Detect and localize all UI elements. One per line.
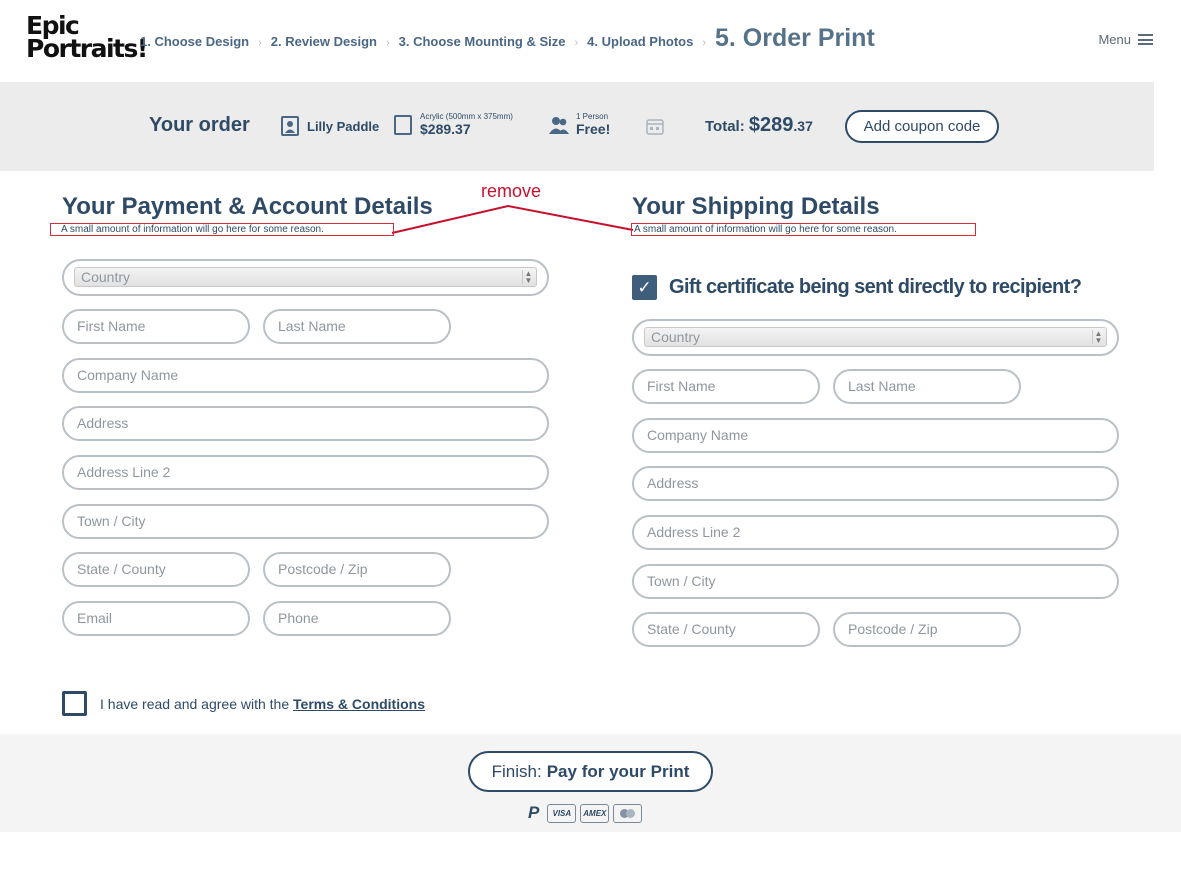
logo[interactable]: Epic Portraits!: [26, 13, 148, 63]
payment-title: Your Payment & Account Details: [62, 193, 433, 220]
order-person-name: Lilly Paddle: [307, 118, 380, 134]
select-arrows-icon: ▲ ▼: [1092, 330, 1104, 345]
shipping-address-field[interactable]: Address: [632, 466, 1119, 501]
shipping-address2-field[interactable]: Address Line 2: [632, 515, 1119, 550]
terms-checkbox[interactable]: [62, 691, 87, 716]
payment-state-field[interactable]: State / County: [62, 552, 250, 587]
payment-phone-field[interactable]: Phone: [263, 601, 451, 636]
shipping-country-select[interactable]: Country ▲ ▼: [632, 319, 1119, 356]
payment-email-field[interactable]: Email: [62, 601, 250, 636]
order-person-item: Lilly Paddle: [281, 116, 379, 136]
shipping-country-value: Country: [651, 329, 701, 345]
shipping-state-field[interactable]: State / County: [632, 612, 820, 647]
order-product-desc: Acrylic (500mm x 375mm): [420, 112, 513, 121]
terms-text: I have read and agree with the: [100, 695, 290, 712]
gift-certificate-checkbox-row[interactable]: ✓ Gift certificate being sent directly t…: [632, 275, 1082, 300]
gift-certificate-label: Gift certificate being sent directly to …: [669, 276, 1082, 298]
calendar-icon: [646, 119, 664, 135]
finish-pay-button[interactable]: Finish: Pay for your Print: [468, 751, 713, 792]
payment-town-field[interactable]: Town / City: [62, 504, 549, 539]
payment-address-field[interactable]: Address: [62, 406, 549, 441]
order-product-price: $289.37: [420, 121, 471, 137]
shipping-town-field[interactable]: Town / City: [632, 564, 1119, 599]
total-cents: .37: [793, 118, 813, 134]
order-total: Total: $289.37: [705, 114, 813, 137]
payment-methods: P VISA AMEX: [528, 803, 646, 823]
order-extra-item: [646, 118, 664, 135]
checkbox-checked-icon[interactable]: ✓: [632, 275, 657, 300]
remove-annotation: remove: [481, 181, 542, 201]
finish-prefix: Finish:: [491, 761, 542, 781]
chevron-right-icon: ›: [385, 37, 390, 49]
terms-link[interactable]: Terms & Conditions: [293, 696, 425, 712]
step-order-print: 5. Order Print: [715, 24, 875, 52]
footer: Finish: Pay for your Print P VISA AMEX: [0, 734, 1181, 832]
logo-line-2: Portraits!: [26, 34, 148, 63]
amex-icon: AMEX: [580, 803, 610, 823]
add-coupon-button[interactable]: Add coupon code: [845, 110, 999, 143]
order-title: Your order: [149, 114, 250, 136]
frame-icon: [394, 114, 412, 135]
chevron-right-icon: ›: [258, 37, 262, 49]
order-summary-bar: Your order Lilly Paddle Acrylic (500mm x…: [0, 82, 1154, 171]
shipping-first-name-field[interactable]: First Name: [632, 369, 820, 404]
hamburger-icon: [1138, 34, 1153, 45]
order-people-item: 1 Person Free!: [548, 112, 610, 137]
mastercard-icon: [613, 803, 643, 823]
payment-company-field[interactable]: Company Name: [62, 358, 549, 393]
shipping-company-field[interactable]: Company Name: [632, 418, 1119, 453]
payment-last-name-field[interactable]: Last Name: [263, 309, 451, 344]
chevron-right-icon: ›: [702, 37, 706, 49]
order-product-item: Acrylic (500mm x 375mm) $289.37: [394, 112, 513, 137]
payment-note: A small amount of information will go he…: [50, 223, 394, 236]
menu-label: Menu: [1098, 32, 1131, 47]
order-people-price: Free!: [576, 121, 611, 137]
payment-country-select[interactable]: Country ▲ ▼: [62, 259, 549, 296]
shipping-title: Your Shipping Details: [632, 193, 880, 220]
portrait-icon: [281, 116, 299, 136]
checkout-steps: 1. Choose Design › 2. Review Design › 3.…: [140, 24, 875, 53]
visa-icon: VISA: [547, 803, 577, 823]
finish-main-label: Pay for your Print: [546, 761, 690, 781]
shipping-postcode-field[interactable]: Postcode / Zip: [833, 612, 1021, 647]
terms-checkbox-row[interactable]: I have read and agree with the Terms & C…: [62, 691, 425, 716]
step-upload-photos[interactable]: 4. Upload Photos: [587, 34, 693, 49]
total-label: Total:: [705, 118, 745, 135]
step-choose-design[interactable]: 1. Choose Design: [140, 34, 249, 49]
select-arrows-icon: ▲ ▼: [522, 270, 534, 285]
step-review-design[interactable]: 2. Review Design: [271, 34, 377, 49]
order-people-desc: 1 Person: [576, 112, 609, 121]
total-amount: $289: [748, 114, 794, 136]
payment-first-name-field[interactable]: First Name: [62, 309, 250, 344]
payment-postcode-field[interactable]: Postcode / Zip: [263, 552, 451, 587]
shipping-last-name-field[interactable]: Last Name: [833, 369, 1021, 404]
step-mounting-size[interactable]: 3. Choose Mounting & Size: [399, 34, 566, 49]
chevron-right-icon: ›: [574, 37, 579, 49]
people-icon: [549, 116, 569, 134]
payment-address2-field[interactable]: Address Line 2: [62, 455, 549, 490]
shipping-note: A small amount of information will go he…: [631, 223, 976, 236]
menu-button[interactable]: Menu: [1098, 32, 1153, 47]
paypal-icon: P: [528, 803, 540, 822]
payment-country-value: Country: [81, 269, 131, 285]
